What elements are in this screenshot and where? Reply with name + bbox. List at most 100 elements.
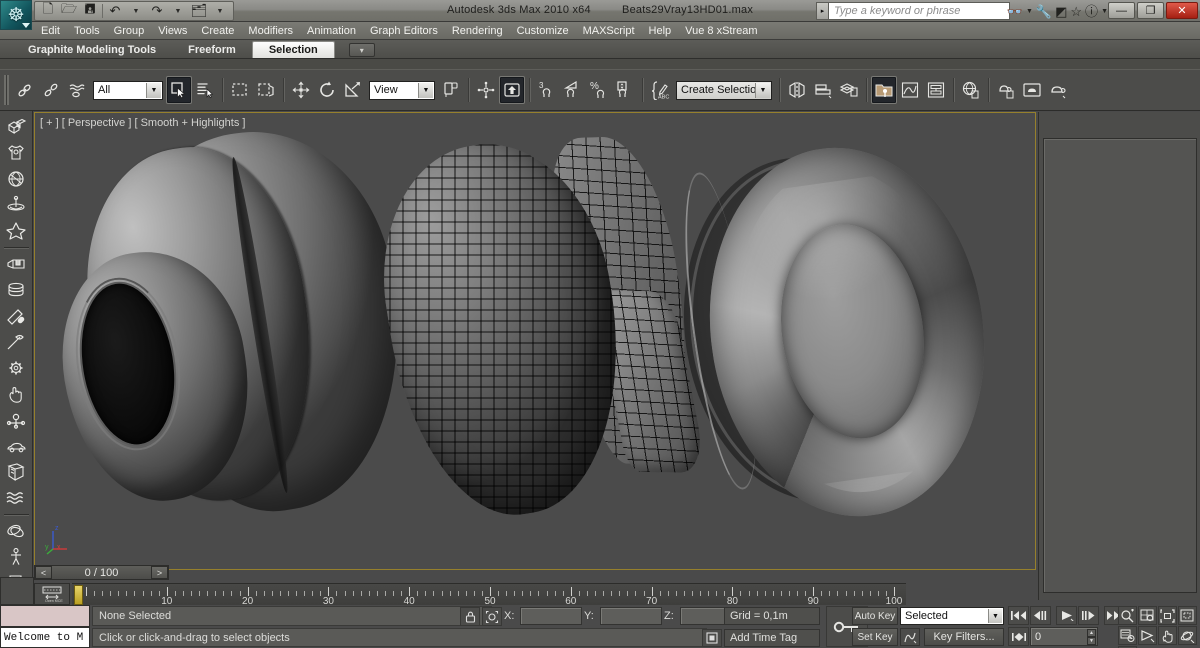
set-key-curve-icon[interactable] <box>900 628 920 646</box>
select-by-name-icon[interactable] <box>192 76 218 104</box>
align-icon[interactable] <box>810 76 836 104</box>
wrench-icon[interactable]: 🔧 <box>1036 5 1052 18</box>
menu-item-animation[interactable]: Animation <box>300 24 363 38</box>
hammer-icon[interactable] <box>2 329 31 355</box>
time-slider-next-button[interactable]: > <box>151 566 168 579</box>
selection-filter-caret-icon[interactable]: ▼ <box>146 83 161 98</box>
menu-item-create[interactable]: Create <box>194 24 241 38</box>
menu-item-views[interactable]: Views <box>151 24 194 38</box>
angle-snap-toggle-icon[interactable]: 3 <box>534 76 560 104</box>
orbit-icon[interactable] <box>1178 626 1197 645</box>
pan-view-icon[interactable] <box>1158 626 1177 645</box>
close-button[interactable]: ✕ <box>1166 2 1198 19</box>
new-file-icon[interactable]: 🗋 <box>38 3 58 20</box>
binoculars-icon[interactable]: 👓 <box>1007 5 1023 18</box>
material-editor-icon[interactable] <box>958 76 984 104</box>
schematic-view-icon[interactable] <box>923 76 949 104</box>
time-configuration-icon[interactable] <box>1118 626 1137 645</box>
edit-named-selection-sets-icon[interactable]: ABC <box>647 76 673 104</box>
previous-key-button[interactable] <box>1008 627 1029 646</box>
application-menu-button[interactable]: ☸ <box>0 0 32 30</box>
perspective-viewport[interactable]: [ + ] [ Perspective ] [ Smooth + Highlig… <box>34 112 1036 570</box>
key-filters-button[interactable]: Key Filters... <box>924 628 1004 646</box>
window-crossing-icon[interactable] <box>253 76 279 104</box>
redo-dropdown-icon[interactable]: ▼ <box>168 3 188 20</box>
curve-editor-icon[interactable] <box>897 76 923 104</box>
gear-icon[interactable] <box>2 355 31 381</box>
sphere-icon[interactable] <box>2 166 31 192</box>
menu-item-help[interactable]: Help <box>642 24 679 38</box>
auto-key-button[interactable]: Auto Key <box>852 607 898 625</box>
spinner-snap-toggle-icon[interactable] <box>612 76 638 104</box>
bind-to-space-warp-icon[interactable] <box>64 76 90 104</box>
help-dropdown-icon[interactable]: ▼ <box>1101 8 1108 15</box>
ribbon-tab-graphite-modeling-tools[interactable]: Graphite Modeling Tools <box>12 41 172 58</box>
search-expand-icon[interactable]: ▸ <box>816 2 828 20</box>
project-folder-icon[interactable]: 🗂 <box>189 3 209 20</box>
joint-icon[interactable] <box>2 407 31 433</box>
isolate-selection-icon[interactable] <box>482 607 502 626</box>
redo-icon[interactable]: ↷ <box>147 3 167 20</box>
maxscript-mini-listener-white[interactable]: Welcome to M <box>0 627 90 648</box>
waves-icon[interactable] <box>2 485 31 511</box>
coord-field-y[interactable] <box>600 607 662 625</box>
field-of-view-icon[interactable] <box>1138 626 1157 645</box>
star-figure-icon[interactable] <box>2 218 31 244</box>
coord-field-x[interactable] <box>520 607 582 625</box>
named-selection-sets-caret-icon[interactable]: ▼ <box>755 83 770 98</box>
select-and-rotate-icon[interactable] <box>314 76 340 104</box>
previous-frame-button[interactable] <box>1030 606 1051 625</box>
time-tag-icon[interactable] <box>702 629 722 647</box>
search-input[interactable]: Type a keyword or phrase <box>828 2 1010 20</box>
maximize-button[interactable]: ❐ <box>1137 2 1164 19</box>
menu-item-group[interactable]: Group <box>107 24 152 38</box>
vehicle-icon[interactable] <box>2 433 31 459</box>
minimize-button[interactable]: — <box>1108 2 1135 19</box>
menu-item-tools[interactable]: Tools <box>67 24 107 38</box>
selection-filter-combo[interactable]: All ▼ <box>93 81 163 100</box>
render-production-icon[interactable] <box>1045 76 1071 104</box>
select-and-move-icon[interactable] <box>288 76 314 104</box>
track-bar-ruler[interactable]: 102030405060708090100 <box>72 583 906 605</box>
menu-item-rendering[interactable]: Rendering <box>445 24 510 38</box>
qat-dropdown-icon[interactable]: ▼ <box>210 3 230 20</box>
search-dropdown-icon[interactable]: ▼ <box>1026 8 1033 15</box>
reference-coordinate-combo[interactable]: View ▼ <box>369 81 435 100</box>
add-time-tag-button[interactable]: Add Time Tag <box>724 629 820 647</box>
use-pivot-point-center-icon[interactable] <box>438 76 464 104</box>
snaps-toggle-icon[interactable] <box>499 76 525 104</box>
menu-item-customize[interactable]: Customize <box>510 24 576 38</box>
time-slider-handle[interactable] <box>74 585 83 605</box>
toolbar-grip[interactable] <box>4 75 9 105</box>
spinning-top-icon[interactable] <box>2 192 31 218</box>
key-mode-combo[interactable]: Selected ▼ <box>900 607 1004 625</box>
menu-item-maxscript[interactable]: MAXScript <box>576 24 642 38</box>
graphite-toggle-icon[interactable] <box>871 76 897 104</box>
save-file-icon[interactable]: 🖪 <box>80 3 100 20</box>
biped-icon[interactable] <box>2 544 31 570</box>
time-slider[interactable]: < 0 / 100 > <box>34 565 169 580</box>
box-primitive-icon[interactable] <box>2 114 31 140</box>
undo-dropdown-icon[interactable]: ▼ <box>126 3 146 20</box>
key-mode-caret-icon[interactable]: ▼ <box>988 609 1002 623</box>
time-slider-prev-button[interactable]: < <box>35 566 52 579</box>
menu-item-modifiers[interactable]: Modifiers <box>241 24 300 38</box>
menu-item-vue-8-xstream[interactable]: Vue 8 xStream <box>678 24 764 38</box>
next-frame-button[interactable] <box>1078 606 1099 625</box>
help-icon[interactable]: ⓘ <box>1085 5 1098 18</box>
ribbon-tab-selection[interactable]: Selection <box>252 41 335 58</box>
open-mini-curve-editor-icon[interactable]: Open MCE <box>34 583 70 605</box>
ribbon-minimize-icon[interactable]: ▾ <box>349 43 375 57</box>
select-and-link-icon[interactable] <box>12 76 38 104</box>
book-icon[interactable] <box>2 459 31 485</box>
zoom-all-icon[interactable] <box>1138 606 1157 625</box>
zoom-extents-icon[interactable] <box>1158 606 1177 625</box>
play-animation-button[interactable] <box>1056 606 1077 625</box>
knot-icon[interactable] <box>2 518 31 544</box>
reference-coordinate-caret-icon[interactable]: ▼ <box>418 83 433 98</box>
zoom-region-icon[interactable] <box>1178 606 1197 625</box>
curve-icon[interactable]: ◩ <box>1055 5 1067 18</box>
frame-spinner[interactable]: ▲▼ <box>1087 629 1096 644</box>
lock-selection-icon[interactable] <box>460 607 480 626</box>
menu-item-graph-editors[interactable]: Graph Editors <box>363 24 445 38</box>
